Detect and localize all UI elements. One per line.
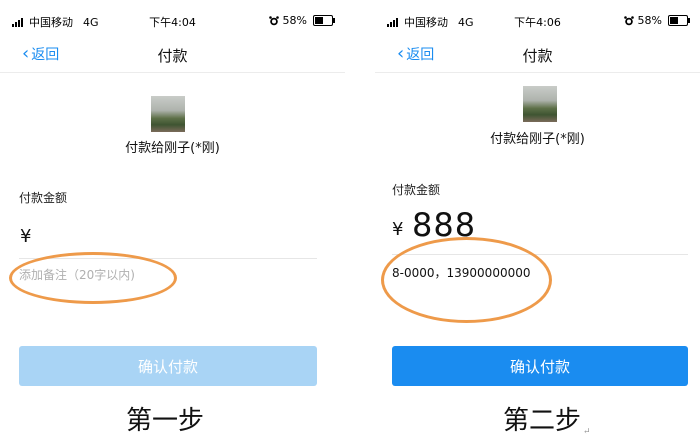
- step2-caption-text: 第二步: [503, 406, 582, 436]
- page-title: 付款: [522, 47, 553, 65]
- battery-percent: 58%: [637, 14, 662, 27]
- confirm-payment-button[interactable]: 确认付款: [19, 346, 317, 386]
- step2-caption: 第二步 ↵: [503, 400, 591, 437]
- battery-fill: [315, 17, 324, 24]
- divider: [375, 72, 700, 73]
- payee-name: 付款给刚子(*刚): [490, 132, 585, 147]
- highlight-oval: [381, 237, 552, 323]
- amount-label: 付款金额: [392, 183, 441, 197]
- currency-symbol: ¥: [392, 219, 404, 240]
- divider: [0, 72, 345, 73]
- currency-symbol: ¥: [20, 226, 32, 247]
- highlight-oval: [9, 252, 177, 304]
- step1-screen: 中国移动 4G 下午4:04 58% ‹ 返回 付款 付款给刚子(*刚) 付款金…: [0, 0, 345, 398]
- payee-name: 付款给刚子(*刚): [125, 141, 220, 156]
- nav-bar: ‹ 返回 付款: [375, 40, 700, 70]
- page-title: 付款: [157, 47, 188, 65]
- return-mark: ↵: [583, 427, 591, 437]
- step1-caption: 第一步: [126, 406, 205, 436]
- battery-fill: [670, 17, 679, 24]
- step2-screen: 中国移动 4G 下午4:06 58% ‹ 返回 付款 付款给刚子(*刚) 付款金…: [375, 0, 700, 398]
- confirm-label: 确认付款: [509, 357, 570, 376]
- confirm-payment-button[interactable]: 确认付款: [392, 346, 688, 386]
- amount-label: 付款金额: [19, 191, 68, 205]
- status-bar: 中国移动 4G 下午4:04 58%: [0, 14, 345, 30]
- status-bar: 中国移动 4G 下午4:06 58%: [375, 14, 700, 30]
- alarm-clock-icon: [623, 15, 634, 25]
- confirm-label: 确认付款: [137, 357, 198, 376]
- avatar: [523, 86, 557, 122]
- battery-icon: [313, 15, 335, 26]
- alarm-clock-icon: [268, 15, 279, 25]
- nav-bar: ‹ 返回 付款: [0, 40, 345, 70]
- avatar: [151, 96, 185, 132]
- battery-icon: [668, 15, 690, 26]
- battery-percent: 58%: [282, 14, 307, 27]
